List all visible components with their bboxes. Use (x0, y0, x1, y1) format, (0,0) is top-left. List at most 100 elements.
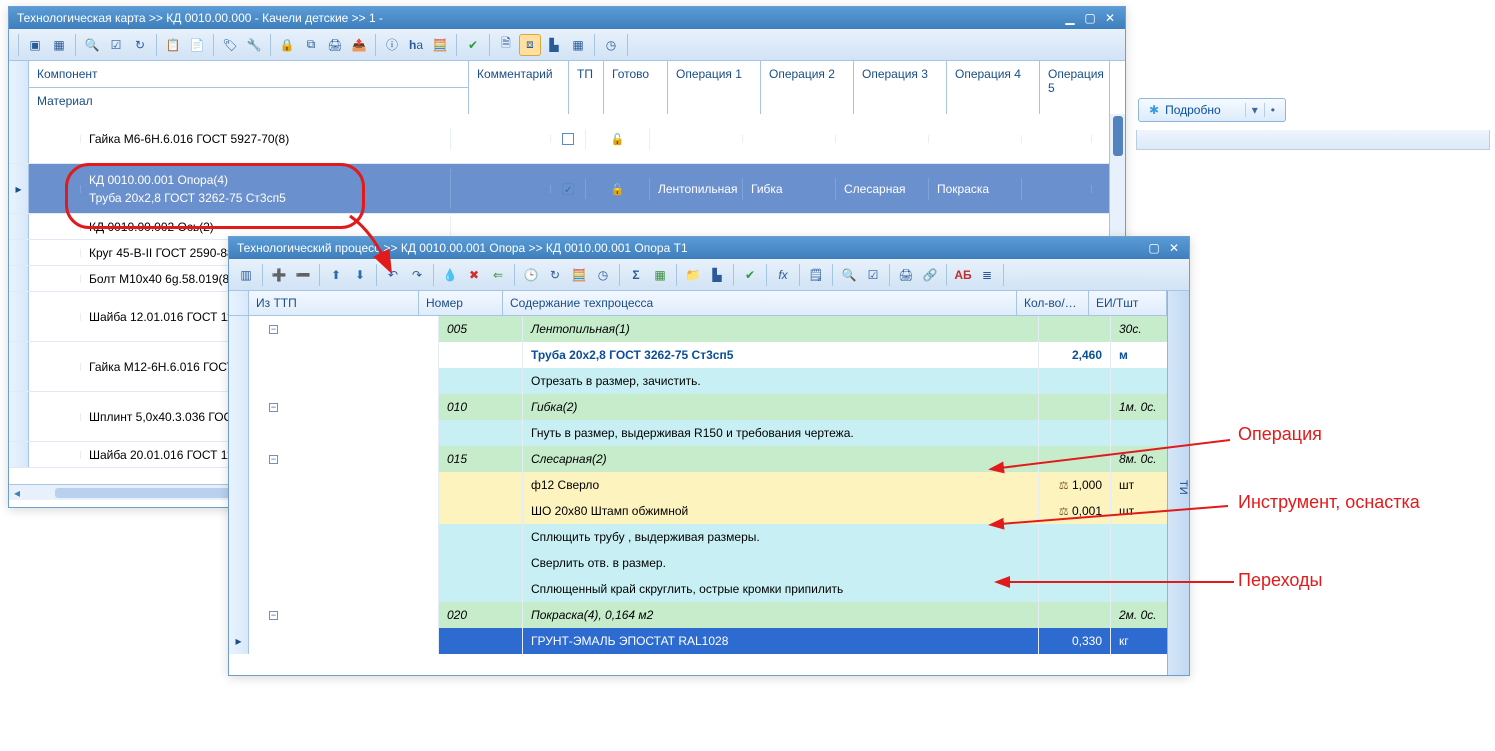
process-row[interactable]: Гнуть в размер, выдерживая R150 и требов… (229, 420, 1189, 446)
process-row-selected[interactable]: ▸ ГРУНТ-ЭМАЛЬ ЭПОСТАТ RAL1028 0,330 кг (229, 628, 1189, 654)
close-icon[interactable]: ✕ (1103, 11, 1117, 25)
header-unit[interactable]: ЕИ/Тшт (1089, 291, 1167, 315)
process-row[interactable]: − 020 Покраска(4), 0,164 м2 2м. 0с. (229, 602, 1189, 628)
minimize-icon[interactable]: ▁ (1063, 11, 1077, 25)
process-row[interactable]: − 010 Гибка(2) 1м. 0с. (229, 394, 1189, 420)
export-icon[interactable]: 📤 (348, 34, 370, 56)
process-row[interactable]: Сверлить отв. в размер. (229, 550, 1189, 576)
up-icon[interactable]: ⬆ (325, 264, 347, 286)
tool-icon[interactable]: 🔧 (243, 34, 265, 56)
collapse-icon[interactable]: − (269, 325, 278, 334)
ok2-icon[interactable]: ✔ (739, 264, 761, 286)
lock-open-icon (611, 182, 625, 196)
grid-header-tech-card: Компонент Материал Комментарий ТП Готово… (9, 61, 1125, 114)
chevron-down-icon[interactable]: ▾ (1245, 103, 1258, 117)
folder-icon[interactable]: 📁 (682, 264, 704, 286)
diagram-icon[interactable]: ⧈ (519, 34, 541, 56)
doc-icon[interactable]: 🗎 (495, 34, 517, 56)
cubes-icon[interactable]: ▙ (543, 34, 565, 56)
header-desc[interactable]: Содержание техпроцесса (503, 291, 1017, 315)
header-ttp[interactable]: Из ТТП (249, 291, 419, 315)
clock-icon[interactable]: 🕒 (520, 264, 542, 286)
excel-icon[interactable]: ▦ (649, 264, 671, 286)
header-op2[interactable]: Операция 2 (761, 61, 854, 114)
label-step: Переходы (1238, 570, 1322, 591)
flow-icon[interactable]: ⧉ (300, 34, 322, 56)
process-row[interactable]: − 005 Лентопильная(1) 30с. (229, 316, 1189, 342)
cubes2-icon[interactable]: ▙ (706, 264, 728, 286)
lines-icon[interactable]: ≣ (976, 264, 998, 286)
header-material[interactable]: Материал (29, 88, 469, 114)
check-all-icon[interactable]: ☑ (862, 264, 884, 286)
spell-icon[interactable]: АБ (952, 264, 974, 286)
lock-icon[interactable]: 🔒 (276, 34, 298, 56)
collapse-all-icon[interactable]: ▣ (24, 34, 46, 56)
expand-all-icon[interactable]: ▦ (48, 34, 70, 56)
print2-icon[interactable]: 🖨 (895, 264, 917, 286)
header-op4[interactable]: Операция 4 (947, 61, 1040, 114)
remove-icon[interactable]: ➖ (292, 264, 314, 286)
delete-icon[interactable]: ✖ (463, 264, 485, 286)
process-row[interactable]: ф12 Сверло ⚖ 1,000 шт (229, 472, 1189, 498)
notes-icon[interactable]: 🗒 (805, 264, 827, 286)
sum-icon[interactable]: Σ (625, 264, 647, 286)
process-row[interactable]: Отрезать в размер, зачистить. (229, 368, 1189, 394)
refresh2-icon[interactable]: ↻ (544, 264, 566, 286)
ok-icon[interactable]: ✔ (462, 34, 484, 56)
process-row[interactable]: Сплющить трубу , выдерживая размеры. (229, 524, 1189, 550)
calc2-icon[interactable]: 🧮 (568, 264, 590, 286)
detail-button[interactable]: Подробно ▾ • (1138, 98, 1286, 122)
attach-icon[interactable]: 🏷 (219, 34, 241, 56)
process-row[interactable]: Труба 20x2,8 ГОСТ 3262-75 Ст3сп5 2,460 м (229, 342, 1189, 368)
row-indicator-icon: ▸ (9, 164, 29, 213)
grid-body-process: − 005 Лентопильная(1) 30с. Труба 20x2,8 … (229, 316, 1189, 654)
process-row[interactable]: Сплющенный край скруглить, острые кромки… (229, 576, 1189, 602)
header-tp[interactable]: ТП (569, 61, 604, 114)
text-icon[interactable]: ha (405, 34, 427, 56)
maximize-icon[interactable]: ▢ (1083, 11, 1097, 25)
undo-icon[interactable]: ↶ (382, 264, 404, 286)
search2-icon[interactable]: 🔍 (838, 264, 860, 286)
filter-icon[interactable]: ☑ (105, 34, 127, 56)
table-row[interactable]: Гайка М6-6H.6.016 ГОСТ 5927-70(8) (9, 114, 1125, 164)
gauge2-icon[interactable]: ◷ (592, 264, 614, 286)
header-op3[interactable]: Операция 3 (854, 61, 947, 114)
grid-icon[interactable]: ▦ (567, 34, 589, 56)
process-row[interactable]: ШО 20x80 Штамп обжимной ⚖ 0,001 шт (229, 498, 1189, 524)
link-icon[interactable]: 🔗 (919, 264, 941, 286)
fx-icon[interactable]: fx (772, 264, 794, 286)
search-icon[interactable]: 🔍 (81, 34, 103, 56)
header-qty[interactable]: Кол-во/… (1017, 291, 1089, 315)
close-icon[interactable]: ✕ (1167, 241, 1181, 255)
left-icon[interactable]: ⇐ (487, 264, 509, 286)
collapse-icon[interactable]: − (269, 403, 278, 412)
calc-icon[interactable]: 🧮 (429, 34, 451, 56)
collapse-icon[interactable]: − (269, 455, 278, 464)
header-op5[interactable]: Операция 5 (1040, 61, 1110, 114)
ribbon-strip (1136, 130, 1490, 150)
copy-icon[interactable]: 📋 (162, 34, 184, 56)
side-tab-ti[interactable]: ТИ (1167, 291, 1189, 675)
header-comment[interactable]: Комментарий (469, 61, 569, 114)
add-icon[interactable]: ➕ (268, 264, 290, 286)
gauge-icon[interactable]: ◷ (600, 34, 622, 56)
maximize-icon[interactable]: ▢ (1147, 241, 1161, 255)
checkbox-icon[interactable] (562, 133, 574, 145)
paste-icon[interactable]: 📄 (186, 34, 208, 56)
titlebar-tech-card: Технологическая карта >> КД 0010.00.000 … (9, 7, 1125, 29)
checkbox-checked-icon[interactable] (562, 183, 574, 195)
down-icon[interactable]: ⬇ (349, 264, 371, 286)
info-icon[interactable]: ⓘ (381, 34, 403, 56)
collapse-icon[interactable]: − (269, 611, 278, 620)
print-icon[interactable]: 🖨 (324, 34, 346, 56)
header-component[interactable]: Компонент (29, 61, 469, 88)
header-op1[interactable]: Операция 1 (668, 61, 761, 114)
table-row-selected[interactable]: ▸ КД 0010.00.001 Опора(4) Труба 20x2,8 Г… (9, 164, 1125, 214)
redo-icon[interactable]: ↷ (406, 264, 428, 286)
drop-icon[interactable]: 💧 (439, 264, 461, 286)
view-icon[interactable]: ▥ (235, 264, 257, 286)
process-row[interactable]: − 015 Слесарная(2) 8м. 0с. (229, 446, 1189, 472)
header-num[interactable]: Номер (419, 291, 503, 315)
header-ready[interactable]: Готово (604, 61, 668, 114)
refresh-icon[interactable]: ↻ (129, 34, 151, 56)
